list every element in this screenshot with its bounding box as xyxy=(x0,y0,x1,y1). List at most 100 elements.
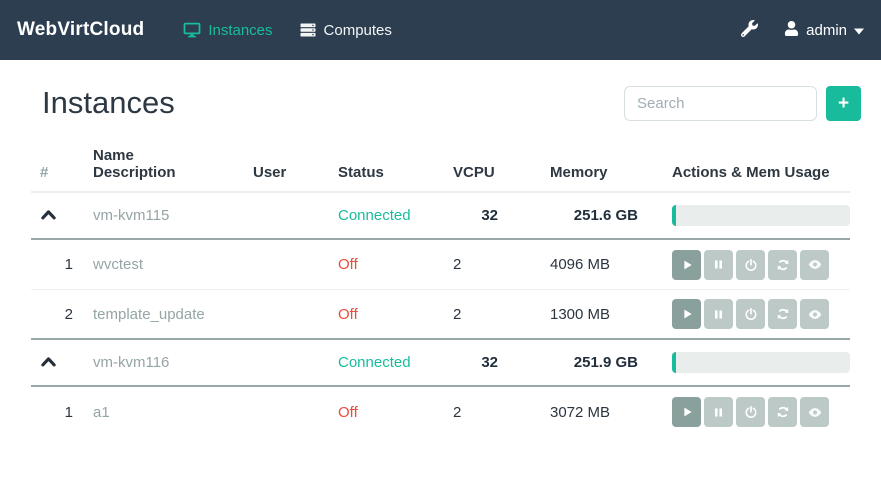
nav-item-instances[interactable]: Instances xyxy=(170,21,285,39)
chevron-up-icon xyxy=(40,207,57,225)
mem-usage-fill xyxy=(672,205,676,226)
power-icon xyxy=(744,405,758,419)
collapse-toggle[interactable] xyxy=(40,354,93,372)
instance-actions xyxy=(672,397,850,427)
host-row: vm-kvm116 Connected 32 251.9 GB xyxy=(31,340,850,387)
main-nav: Instances Computes xyxy=(170,21,405,39)
nav-item-label: Computes xyxy=(324,22,392,39)
refresh-button[interactable] xyxy=(768,397,797,427)
host-memory: 251.9 GB xyxy=(550,354,672,371)
refresh-icon xyxy=(776,258,790,272)
instance-row: 1 wvctest Off 2 4096 MB xyxy=(31,240,850,290)
instances-table: # Name Description User Status VCPU Memo… xyxy=(31,141,850,437)
user-icon xyxy=(784,21,799,40)
host-row: vm-kvm115 Connected 32 251.6 GB xyxy=(31,193,850,240)
instance-name[interactable]: a1 xyxy=(93,404,253,421)
pause-button[interactable] xyxy=(704,397,733,427)
col-header-memory: Memory xyxy=(550,164,672,181)
pause-icon xyxy=(712,406,725,419)
brand-link[interactable]: WebVirtCloud xyxy=(17,19,144,41)
pause-button[interactable] xyxy=(704,299,733,329)
eye-button[interactable] xyxy=(800,250,829,280)
nav-item-computes[interactable]: Computes xyxy=(286,21,405,39)
tools-menu[interactable] xyxy=(741,20,758,41)
navbar: WebVirtCloud Instances xyxy=(0,0,881,60)
chevron-up-icon xyxy=(40,354,57,372)
refresh-button[interactable] xyxy=(768,299,797,329)
host-name[interactable]: vm-kvm115 xyxy=(93,207,253,224)
mem-usage-fill xyxy=(672,352,676,373)
host-name[interactable]: vm-kvm116 xyxy=(93,354,253,371)
host-memory: 251.6 GB xyxy=(550,207,672,224)
instance-row: 2 template_update Off 2 1300 MB xyxy=(31,290,850,340)
instance-index: 1 xyxy=(40,404,93,421)
play-icon xyxy=(680,307,694,321)
instance-memory: 4096 MB xyxy=(550,256,672,273)
search-input[interactable] xyxy=(624,86,817,121)
col-header-actions: Actions & Mem Usage xyxy=(672,164,850,181)
row-status: Off xyxy=(338,306,453,323)
instance-index: 2 xyxy=(40,306,93,323)
instance-memory: 1300 MB xyxy=(550,306,672,323)
instance-name[interactable]: wvctest xyxy=(93,256,253,273)
instance-actions xyxy=(672,299,850,329)
wrench-icon xyxy=(741,20,758,41)
col-header-name: Name Description xyxy=(93,147,253,181)
table-header: # Name Description User Status VCPU Memo… xyxy=(31,141,850,193)
eye-icon xyxy=(807,405,823,420)
instance-index: 1 xyxy=(40,256,93,273)
pause-button[interactable] xyxy=(704,250,733,280)
play-icon xyxy=(680,405,694,419)
host-vcpu: 32 xyxy=(453,354,550,371)
eye-button[interactable] xyxy=(800,397,829,427)
eye-icon xyxy=(807,257,823,272)
pause-icon xyxy=(712,308,725,321)
power-icon xyxy=(744,258,758,272)
instance-row: 1 a1 Off 2 3072 MB xyxy=(31,387,850,437)
col-header-num: # xyxy=(40,164,93,181)
eye-button[interactable] xyxy=(800,299,829,329)
row-status: Off xyxy=(338,256,453,273)
row-status: Connected xyxy=(338,207,453,224)
refresh-button[interactable] xyxy=(768,250,797,280)
instance-vcpu: 2 xyxy=(453,404,550,421)
col-header-status: Status xyxy=(338,164,453,181)
head-controls: + xyxy=(624,86,861,121)
instance-name[interactable]: template_update xyxy=(93,306,253,323)
eye-icon xyxy=(807,307,823,322)
power-icon xyxy=(744,307,758,321)
col-header-user: User xyxy=(253,164,338,181)
instance-actions xyxy=(672,250,850,280)
user-dropdown[interactable]: admin xyxy=(784,21,864,40)
mem-usage-bar xyxy=(672,205,850,226)
power-button[interactable] xyxy=(736,397,765,427)
pause-icon xyxy=(712,258,725,271)
mem-usage-bar xyxy=(672,352,850,373)
play-button[interactable] xyxy=(672,397,701,427)
collapse-toggle[interactable] xyxy=(40,207,93,225)
user-name: admin xyxy=(806,22,847,39)
navbar-right: admin xyxy=(741,20,864,41)
refresh-icon xyxy=(776,405,790,419)
page-header: Instances + xyxy=(30,77,861,129)
nav-item-label: Instances xyxy=(208,22,272,39)
col-header-vcpu: VCPU xyxy=(453,164,550,181)
server-icon xyxy=(299,21,317,39)
desktop-icon xyxy=(183,21,201,39)
play-button[interactable] xyxy=(672,250,701,280)
instance-vcpu: 2 xyxy=(453,306,550,323)
row-status: Off xyxy=(338,404,453,421)
power-button[interactable] xyxy=(736,250,765,280)
add-instance-button[interactable]: + xyxy=(826,86,861,121)
table-body: vm-kvm115 Connected 32 251.6 GB 1 wvctes… xyxy=(31,193,850,437)
host-vcpu: 32 xyxy=(453,207,550,224)
refresh-icon xyxy=(776,307,790,321)
row-status: Connected xyxy=(338,354,453,371)
page-title: Instances xyxy=(42,85,175,121)
caret-down-icon xyxy=(854,22,864,39)
instance-memory: 3072 MB xyxy=(550,404,672,421)
play-button[interactable] xyxy=(672,299,701,329)
power-button[interactable] xyxy=(736,299,765,329)
instance-vcpu: 2 xyxy=(453,256,550,273)
play-icon xyxy=(680,258,694,272)
